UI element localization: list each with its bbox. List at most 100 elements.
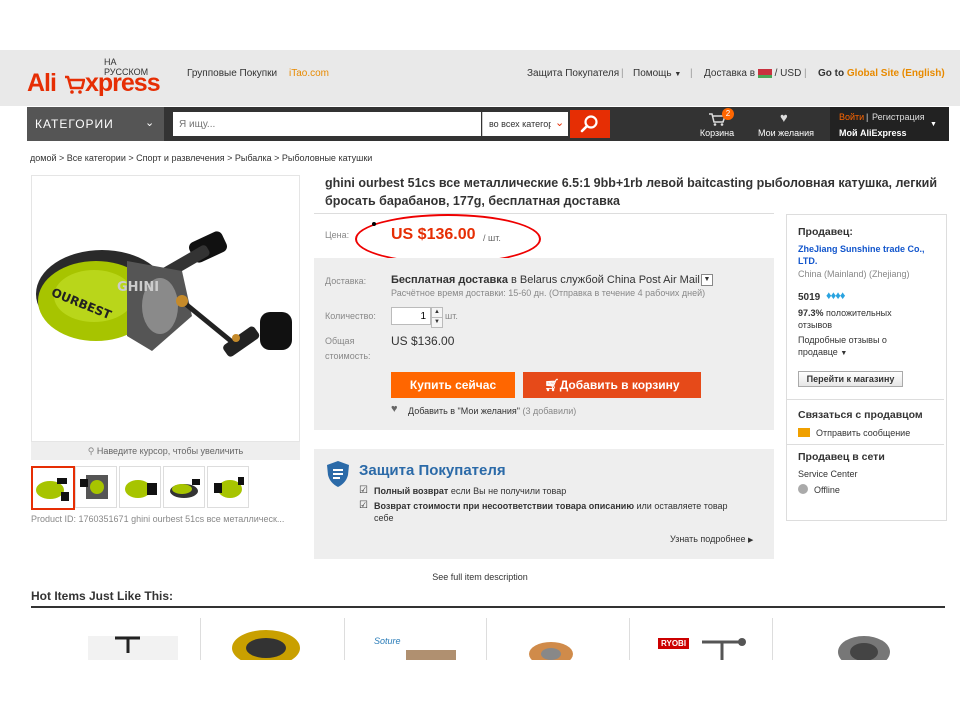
categories-label: КАТЕГОРИИ [35, 117, 114, 131]
aliexpress-logo[interactable]: НА РУССКОМ Ali xpress [27, 57, 162, 99]
nav-divider: | [804, 68, 807, 79]
magnifier-icon: ⚲ [87, 446, 95, 456]
offline-status-icon [798, 484, 808, 494]
product-main-image[interactable]: OURBEST GHINI [31, 175, 300, 442]
chevron-down-icon: ⌄ [145, 117, 156, 129]
zoom-hint-text: Наведите курсор, чтобы увеличить [96, 446, 244, 456]
hot-items-title: Hot Items Just Like This: [31, 589, 174, 603]
cart-label: Корзина [699, 128, 735, 138]
buy-now-button[interactable]: Купить сейчас [391, 372, 515, 398]
zoom-hint: ⚲ Наведите курсор, чтобы увеличить [31, 442, 300, 460]
go-to-store-button[interactable]: Перейти к магазину [798, 371, 903, 387]
detailed-feedback-link-cont[interactable]: продавце ▼ [798, 347, 847, 357]
login-link[interactable]: Войти [839, 112, 864, 122]
seller-heading: Продавец: [798, 226, 853, 238]
heart-icon: ♥ [780, 110, 788, 125]
hot-item-6[interactable] [774, 618, 914, 660]
hot-item-brand: Soture [374, 636, 401, 646]
total-label-2: стоимость: [325, 351, 371, 361]
group-buying-link[interactable]: Групповые Покупки [187, 68, 277, 79]
positive-feedback: 97.3% положительных [798, 308, 892, 318]
seller-score: 5019 [798, 292, 821, 303]
add-to-cart-label: Добавить в корзину [559, 378, 680, 392]
quantity-input[interactable] [391, 307, 431, 325]
hot-item-5[interactable]: RYOBI [632, 618, 773, 660]
diamond-rating-icon: ♦♦♦♦ [826, 290, 845, 302]
positive-text: положительных [826, 308, 892, 318]
send-message-link[interactable]: Отправить сообщение [816, 428, 910, 438]
cart-count-badge: 2 [722, 108, 734, 120]
ship-to-label: Доставка в [704, 68, 756, 79]
quantity-label: Количество: [325, 311, 376, 321]
reel-thumb-icon [170, 479, 200, 498]
see-full-description-link[interactable]: See full item description [0, 572, 960, 582]
thumbnail-1[interactable] [31, 466, 75, 510]
protection-item-2-bold: Возврат стоимости при несоответствии тов… [374, 501, 635, 511]
quantity-decrement[interactable]: ▼ [431, 317, 443, 328]
learn-more-label: Узнать подробнее [670, 534, 746, 544]
register-link[interactable]: Регистрация [872, 112, 925, 122]
contact-heading: Связаться с продавцом [798, 409, 923, 421]
price-label: Цена: [325, 230, 350, 240]
global-site-link[interactable]: Go to Global Site (English) [818, 68, 945, 79]
search-input[interactable] [173, 112, 481, 136]
checkbox-icon: ☑ [359, 500, 368, 511]
itao-link[interactable]: iTao.com [289, 68, 329, 79]
thumbnail-3[interactable] [119, 466, 161, 508]
divider [787, 399, 944, 400]
protection-item-2: Возврат стоимости при несоответствии тов… [374, 501, 754, 511]
hot-item-2[interactable] [204, 618, 345, 660]
search-icon [580, 115, 598, 133]
protection-title: Защита Покупателя [359, 462, 506, 479]
protection-item-2-text-cont: себе [374, 513, 394, 523]
total-label-1: Общая [325, 336, 355, 346]
shipping-options-toggle[interactable]: ▼ [701, 274, 713, 286]
logo-text-express: xpress [85, 69, 161, 97]
help-menu[interactable]: Помощь ▼ [633, 68, 681, 79]
add-to-cart-button[interactable]: 🛒︎Добавить в корзину [523, 372, 701, 398]
reel-image [838, 636, 890, 660]
positive-text-cont: отзывов [798, 320, 832, 330]
search-button[interactable] [570, 110, 610, 138]
add-to-wishlist-link[interactable]: Добавить в "Мои желания" (3 добавили) [408, 406, 576, 416]
detailed-feedback-link[interactable]: Подробные отзывы о [798, 335, 887, 345]
account-menu[interactable]: Войти | Регистрация Мой AliExpress ▼ [830, 107, 949, 141]
heart-icon: ♥ [391, 403, 398, 415]
seller-name-link-cont[interactable]: LTD. [798, 256, 817, 266]
product-id: Product ID: 1760351671 ghini ourbest 51c… [31, 514, 285, 524]
service-center-label: Service Center [798, 469, 858, 479]
buyer-protection-link[interactable]: Защита Покупателя [527, 68, 619, 79]
protection-item-2-text: или оставляете товар [636, 501, 728, 511]
cart-logo-icon [65, 75, 85, 94]
belarus-flag-icon [757, 68, 772, 78]
quantity-unit: шт. [445, 311, 458, 321]
delivery-country: Belarus [519, 274, 558, 286]
ship-to-selector[interactable]: Доставка в / USD [704, 68, 801, 79]
seller-name-link[interactable]: ZheJiang Sunshine trade Co., [798, 244, 925, 254]
nav-divider: | [866, 112, 869, 122]
wishlist-label: Мои желания [758, 128, 814, 138]
global-site-label: Global Site (English) [846, 68, 945, 79]
hot-item-brand: RYOBI [658, 638, 690, 649]
protection-item-1-bold: Полный возврат [374, 486, 449, 496]
thumbnail-4[interactable] [163, 466, 205, 508]
page-bottom [0, 660, 960, 720]
wishlist-link[interactable]: ♥ Мои желания [752, 107, 820, 141]
breadcrumb[interactable]: домой > Все категории > Спорт и развлече… [30, 153, 372, 163]
categories-button[interactable]: КАТЕГОРИИ ⌄ [27, 107, 164, 141]
hot-item-4[interactable] [489, 618, 630, 660]
reel-image [702, 638, 746, 660]
reel-thumb-icon [214, 477, 244, 498]
hot-item-1[interactable] [60, 618, 201, 660]
cart-link[interactable]: 2 Корзина [690, 107, 744, 141]
thumbnail-2[interactable] [75, 466, 117, 508]
thumbnail-5[interactable] [207, 466, 249, 508]
delivery-service: службой China Post Air Mail [560, 274, 700, 286]
hot-item-3[interactable]: Soture [346, 618, 487, 660]
search-scope-select[interactable]: во всех категориях ⌄ [482, 112, 568, 136]
detailed-feedback-text: продавце [798, 347, 838, 357]
chevron-down-icon: ▼ [674, 71, 682, 78]
learn-more-link[interactable]: Узнать подробнее ▶ [670, 534, 753, 544]
wishlist-link-label: Добавить в "Мои желания" [408, 406, 520, 416]
fishing-reel-image: OURBEST GHINI [36, 231, 292, 357]
